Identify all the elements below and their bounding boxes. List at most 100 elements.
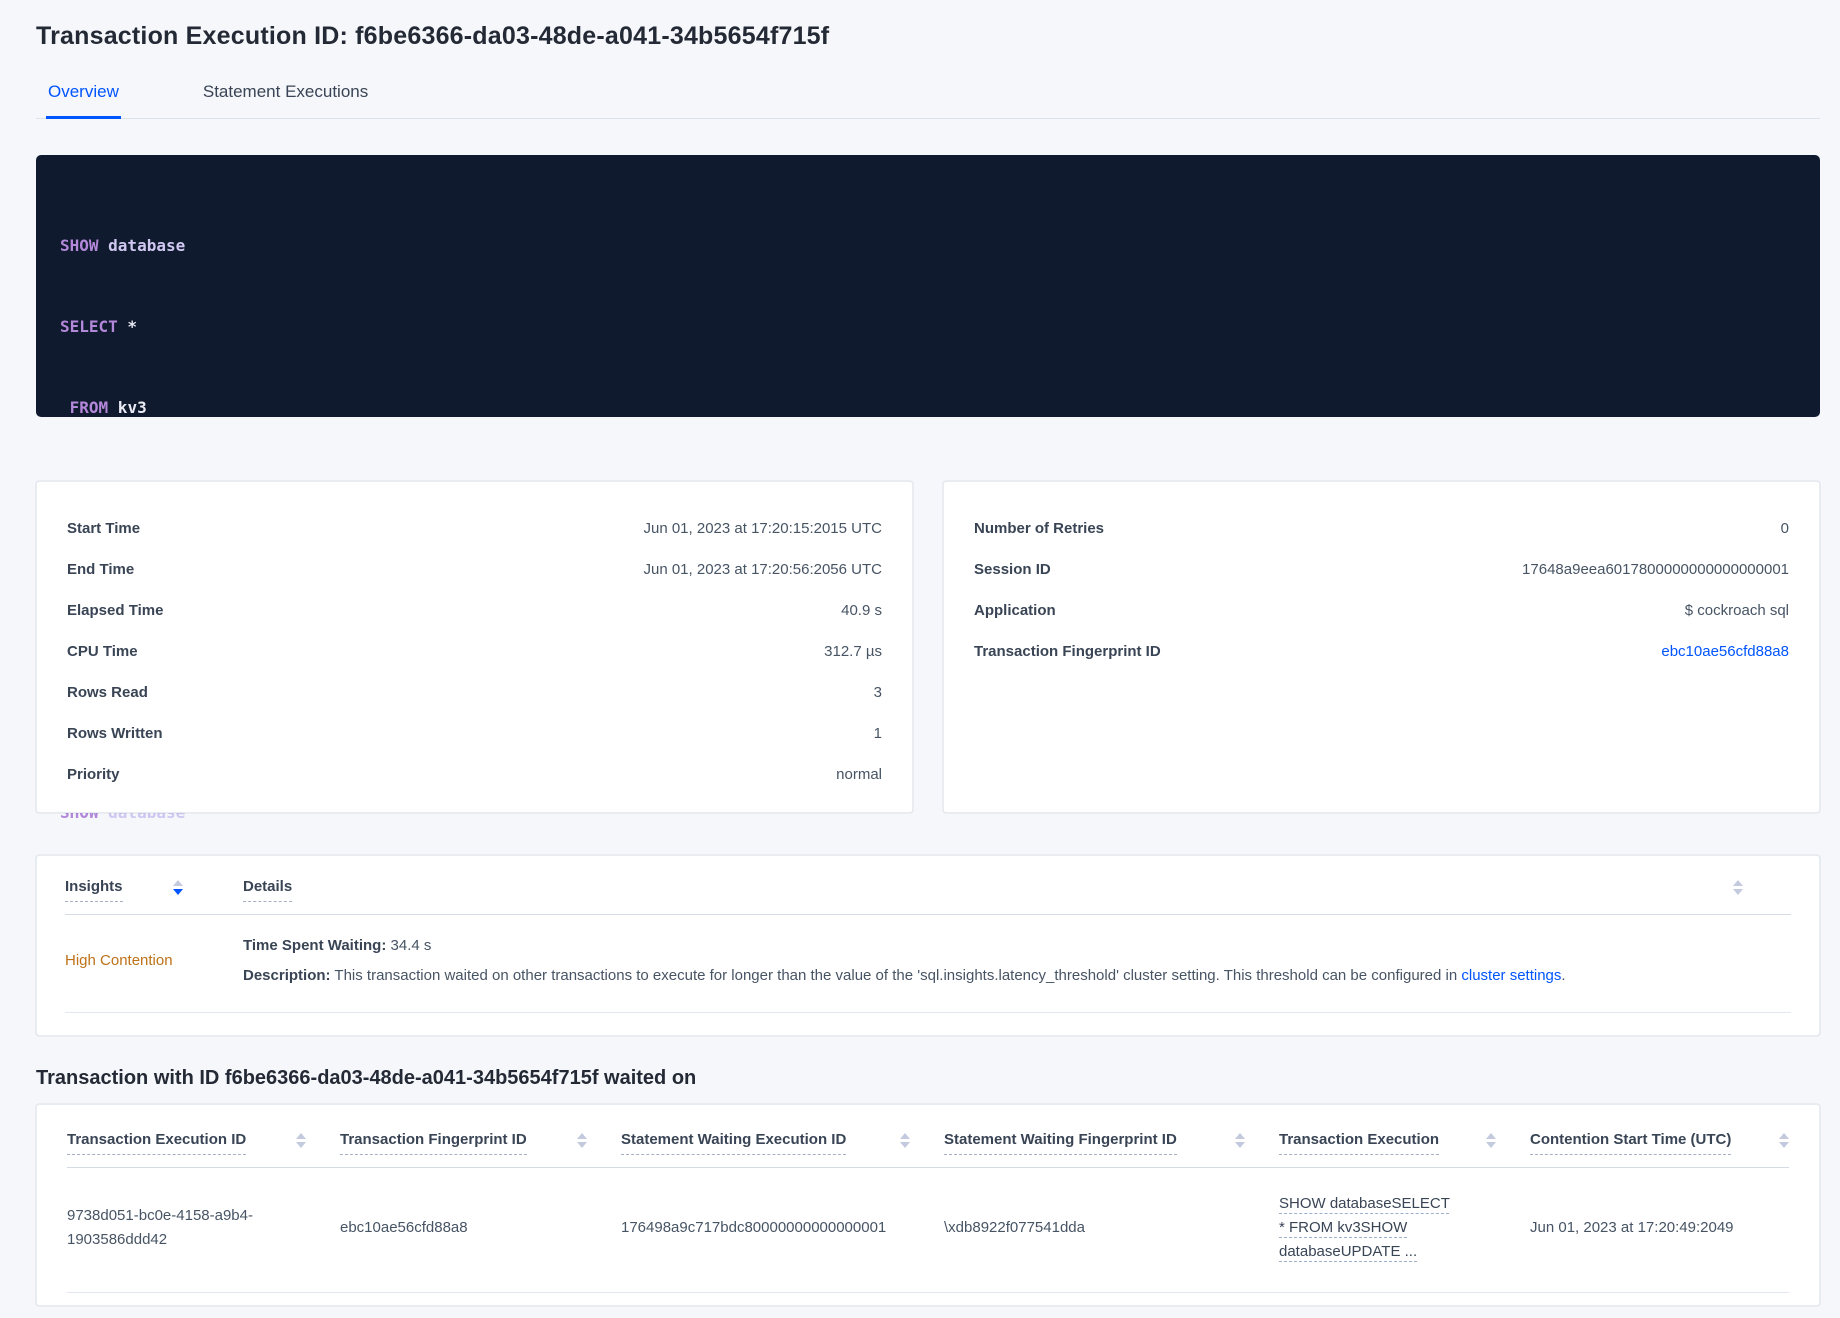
kv-label: End Time	[67, 561, 135, 578]
insights-table-header: Insights Details	[65, 856, 1791, 915]
waited-on-heading: Transaction with ID f6be6366-da03-48de-a…	[36, 1067, 697, 1089]
sort-down-icon	[296, 1142, 306, 1148]
kv-label: Start Time	[67, 520, 141, 537]
column-label[interactable]: Transaction Fingerprint ID	[340, 1131, 527, 1155]
summary-row-application: Application $ cockroach sql	[974, 590, 1789, 631]
column-header-contention-start-time: Contention Start Time (UTC)	[1530, 1131, 1789, 1155]
transaction-fingerprint-link[interactable]: ebc10ae56cfd88a8	[1661, 643, 1789, 660]
sort-up-icon	[1779, 1133, 1789, 1139]
kv-value: 40.9 s	[841, 602, 882, 619]
column-header-statement-waiting-fingerprint-id: Statement Waiting Fingerprint ID	[944, 1131, 1279, 1155]
column-header-transaction-execution: Transaction Execution	[1279, 1131, 1530, 1155]
column-header-transaction-execution-id: Transaction Execution ID	[67, 1131, 340, 1155]
cell-transaction-execution-id: 9738d051-bc0e-4158-a9b4-1903586ddd42	[67, 1204, 340, 1252]
transaction-execution-link[interactable]: SHOW databaseSELECT * FROM kv3SHOW datab…	[1279, 1192, 1459, 1264]
sort-icon[interactable]	[1235, 1133, 1245, 1148]
column-label[interactable]: Statement Waiting Fingerprint ID	[944, 1131, 1177, 1155]
insight-row: High Contention Time Spent Waiting: 34.4…	[65, 915, 1791, 1013]
column-label[interactable]: Transaction Execution ID	[67, 1131, 247, 1155]
sort-up-icon	[172, 880, 183, 886]
tab-bar: Overview Statement Executions	[36, 76, 1820, 119]
insight-details: Time Spent Waiting: 34.4 s Description: …	[243, 933, 1791, 988]
summary-row-cpu-time: CPU Time 312.7 µs	[67, 631, 882, 672]
summary-row-retries: Number of Retries 0	[974, 508, 1789, 549]
transaction-execution-id-value: 9738d051-bc0e-4158-a9b4-1903586ddd42	[67, 1207, 253, 1248]
summary-row-rows-written: Rows Written 1	[67, 713, 882, 754]
sql-keyword: SHOW	[60, 236, 99, 255]
sort-down-icon	[172, 889, 183, 895]
sort-icon[interactable]	[1486, 1133, 1496, 1148]
summary-row-end-time: End Time Jun 01, 2023 at 17:20:56:2056 U…	[67, 549, 882, 590]
kv-value: 0	[1780, 520, 1789, 537]
sort-up-icon	[1733, 880, 1743, 886]
kv-value: 3	[873, 684, 882, 701]
kv-value: Jun 01, 2023 at 17:20:56:2056 UTC	[643, 561, 882, 578]
sql-text: kv3	[108, 398, 147, 417]
description-label: Description:	[243, 967, 331, 984]
kv-value: 312.7 µs	[824, 643, 882, 660]
insights-column-header: Insights	[65, 878, 243, 902]
kv-value: 17648a9eea6017800000000000000001	[1522, 561, 1789, 578]
column-label[interactable]: Contention Start Time (UTC)	[1530, 1131, 1732, 1155]
sort-icon[interactable]	[172, 880, 183, 895]
summary-cards-row: Start Time Jun 01, 2023 at 17:20:15:2015…	[36, 481, 1820, 813]
kv-label: CPU Time	[67, 643, 138, 660]
waited-on-table: Transaction Execution ID Transaction Fin…	[36, 1104, 1820, 1306]
waited-on-table-row: 9738d051-bc0e-4158-a9b4-1903586ddd42 ebc…	[67, 1168, 1789, 1293]
column-label[interactable]: Transaction Execution	[1279, 1131, 1440, 1155]
column-header-transaction-fingerprint-id: Transaction Fingerprint ID	[340, 1131, 621, 1155]
sort-icon[interactable]	[577, 1133, 587, 1148]
insight-description: Description: This transaction waited on …	[243, 963, 1791, 988]
sort-down-icon	[1486, 1142, 1496, 1148]
sort-icon[interactable]	[1779, 1133, 1789, 1148]
sql-line: FROM kv3	[60, 394, 1796, 421]
summary-row-rows-read: Rows Read 3	[67, 672, 882, 713]
sql-keyword: SELECT	[60, 317, 118, 336]
column-header-statement-waiting-execution-id: Statement Waiting Execution ID	[621, 1131, 944, 1155]
kv-label: Rows Written	[67, 725, 163, 742]
sort-icon[interactable]	[1733, 880, 1743, 895]
sort-up-icon	[296, 1133, 306, 1139]
sort-down-icon	[1733, 889, 1743, 895]
transaction-details-page: Transaction Execution ID: f6be6366-da03-…	[0, 0, 1840, 1318]
time-spent-waiting: Time Spent Waiting: 34.4 s	[243, 933, 1791, 958]
sort-icon[interactable]	[900, 1133, 910, 1148]
kv-label: Priority	[67, 766, 120, 783]
cell-statement-waiting-fingerprint-id: \xdb8922f077541dda	[944, 1219, 1085, 1236]
sql-statements-box: SHOW database SELECT * FROM kv3 SHOW dat…	[36, 155, 1820, 822]
insight-type-badge: High Contention	[65, 952, 173, 969]
summary-row-priority: Priority normal	[67, 754, 882, 795]
insights-table: Insights Details High Contention Time Sp…	[36, 855, 1820, 1036]
sort-down-icon	[1779, 1142, 1789, 1148]
cell-transaction-execution: SHOW databaseSELECT * FROM kv3SHOW datab…	[1279, 1192, 1530, 1264]
summary-row-session-id: Session ID 17648a9eea6017800000000000000…	[974, 549, 1789, 590]
kv-label: Number of Retries	[974, 520, 1105, 537]
description-text: This transaction waited on other transac…	[330, 967, 1462, 984]
sort-icon[interactable]	[296, 1133, 306, 1148]
sql-line: SHOW database	[60, 232, 1796, 259]
kv-label: Application	[974, 602, 1056, 619]
summary-row-elapsed-time: Elapsed Time 40.9 s	[67, 590, 882, 631]
kv-value: $ cockroach sql	[1684, 602, 1789, 619]
cell-transaction-fingerprint-id: ebc10ae56cfd88a8	[340, 1219, 468, 1236]
sort-down-icon	[577, 1142, 587, 1148]
column-label[interactable]: Statement Waiting Execution ID	[621, 1131, 847, 1155]
sort-up-icon	[577, 1133, 587, 1139]
summary-card-left: Start Time Jun 01, 2023 at 17:20:15:2015…	[36, 481, 913, 813]
details-column-label[interactable]: Details	[243, 878, 293, 902]
description-period: .	[1561, 967, 1566, 984]
sql-identifier: database	[98, 236, 186, 255]
insights-column-label[interactable]: Insights	[65, 878, 123, 902]
summary-card-right: Number of Retries 0 Session ID 17648a9ee…	[943, 481, 1820, 813]
cluster-settings-link[interactable]: cluster settings	[1461, 967, 1561, 984]
kv-value: normal	[836, 766, 882, 783]
waited-on-table-header: Transaction Execution ID Transaction Fin…	[67, 1105, 1789, 1168]
kv-label: Elapsed Time	[67, 602, 164, 619]
sql-text: *	[117, 317, 138, 336]
sql-keyword: FROM	[69, 398, 109, 417]
page-title: Transaction Execution ID: f6be6366-da03-…	[36, 22, 830, 50]
tab-overview[interactable]: Overview	[46, 76, 121, 119]
cell-statement-waiting-execution-id: 176498a9c717bdc80000000000000001	[621, 1219, 887, 1236]
tab-statement-executions[interactable]: Statement Executions	[201, 76, 370, 118]
